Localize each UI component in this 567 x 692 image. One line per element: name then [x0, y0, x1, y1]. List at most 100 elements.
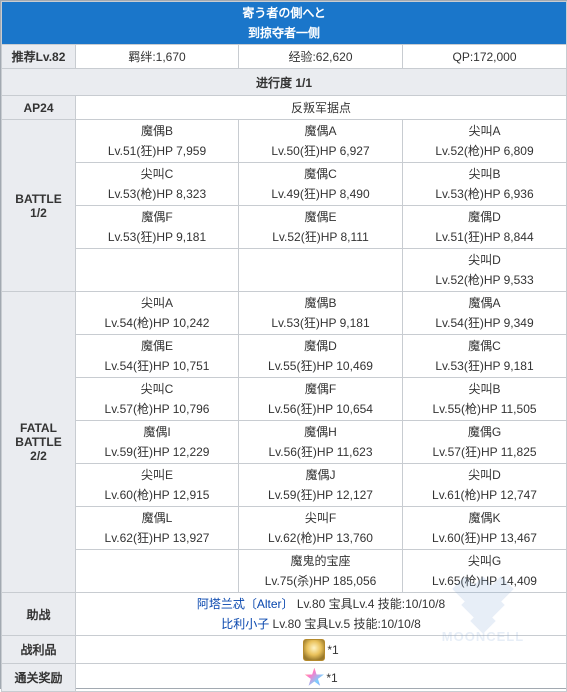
- enemy-cell: 尖叫F Lv.62(枪)HP 13,760: [238, 506, 403, 550]
- reward-quantity: *1: [326, 670, 338, 685]
- enemy-cell: 魔偶F Lv.53(狂)HP 9,181: [75, 205, 239, 249]
- exp-value: 经验:62,620: [238, 44, 403, 69]
- enemy-stat: Lv.53(狂)HP 9,181: [435, 359, 534, 373]
- enemy-name: 魔偶F: [141, 210, 173, 224]
- quest-title: 寄う者の側へと 到掠夺者一侧: [0, 1, 567, 45]
- boss-enemy-cell: 魔鬼的宝座 Lv.75(杀)HP 185,056: [238, 549, 403, 593]
- enemy-stat: Lv.56(狂)HP 11,623: [268, 445, 373, 459]
- quest-title-cn: 到掠夺者一侧: [248, 26, 321, 40]
- enemy-name: 尖叫B: [468, 167, 501, 181]
- enemy-cell: 魔偶D Lv.51(狂)HP 8,844: [401, 205, 567, 249]
- battle-1-label-line1: BATTLE: [15, 191, 62, 206]
- enemy-name: 尖叫A: [468, 124, 501, 138]
- enemy-stat: Lv.59(狂)HP 12,229: [104, 445, 210, 459]
- clear-reward-label: 通关奖励: [1, 663, 76, 692]
- empty-enemy-cell: [75, 248, 239, 292]
- enemy-stat: Lv.75(杀)HP 185,056: [264, 574, 377, 588]
- enemy-stat: Lv.60(枪)HP 12,915: [104, 488, 210, 502]
- support-servant-link[interactable]: 阿塔兰忒〔Alter〕: [197, 597, 294, 611]
- enemy-name: 魔偶G: [467, 425, 502, 439]
- enemy-name: 尖叫C: [140, 382, 174, 396]
- enemy-name: 魔偶C: [304, 167, 337, 181]
- enemy-cell: 尖叫G Lv.65(枪)HP 14,409: [401, 549, 567, 593]
- enemy-name: 尖叫E: [140, 468, 173, 482]
- enemy-stat: Lv.57(狂)HP 11,825: [432, 445, 537, 459]
- enemy-name: 尖叫A: [140, 296, 173, 310]
- enemy-stat: Lv.54(枪)HP 10,242: [104, 316, 210, 330]
- enemy-stat: Lv.53(狂)HP 9,181: [271, 316, 370, 330]
- battle-2-label-line1: FATAL: [20, 421, 57, 435]
- support-entry-2: 比利小子 Lv.80 宝具Lv.5 技能:10/10/8: [76, 614, 566, 634]
- enemy-stat: Lv.56(狂)HP 10,654: [268, 402, 373, 416]
- enemy-cell: 魔偶F Lv.56(狂)HP 10,654: [238, 377, 403, 421]
- enemy-stat: Lv.62(枪)HP 13,760: [268, 531, 373, 545]
- enemy-cell: 尖叫B Lv.53(枪)HP 6,936: [401, 162, 567, 206]
- enemy-cell: 魔偶C Lv.53(狂)HP 9,181: [401, 334, 567, 378]
- enemy-cell: 魔偶E Lv.54(狂)HP 10,751: [75, 334, 239, 378]
- battle-2-label: FATAL BATTLE 2/2: [1, 291, 76, 593]
- saint-quartz-icon[interactable]: [304, 667, 324, 686]
- enemy-cell: 魔偶K Lv.60(狂)HP 13,467: [401, 506, 567, 550]
- enemy-name: 魔偶C: [468, 339, 501, 353]
- support-servant-link[interactable]: 比利小子: [221, 617, 269, 631]
- support-servant-detail: Lv.80 宝具Lv.5 技能:10/10/8: [269, 617, 421, 631]
- enemy-cell: 魔偶G Lv.57(狂)HP 11,825: [401, 420, 567, 464]
- enemy-name: 魔偶B: [304, 296, 337, 310]
- enemy-stat: Lv.55(枪)HP 11,505: [432, 402, 537, 416]
- enemy-stat: Lv.62(狂)HP 13,927: [104, 531, 210, 545]
- enemy-stat: Lv.52(枪)HP 9,533: [435, 273, 534, 287]
- support-cell: 阿塔兰忒〔Alter〕 Lv.80 宝具Lv.4 技能:10/10/8 比利小子…: [74, 592, 567, 636]
- battle-2-label-line2: BATTLE: [15, 435, 62, 449]
- enemy-cell: 尖叫D Lv.52(枪)HP 9,533: [401, 248, 567, 292]
- enemy-name: 尖叫F: [304, 511, 337, 525]
- enemy-cell: 尖叫E Lv.60(枪)HP 12,915: [75, 463, 239, 507]
- quest-location: 反叛军据点: [74, 95, 567, 120]
- enemy-name: 魔偶J: [305, 468, 336, 482]
- enemy-cell: 魔偶B Lv.53(狂)HP 9,181: [238, 291, 403, 335]
- battle-2-label-line3: 2/2: [30, 449, 47, 463]
- enemy-name: 魔偶B: [140, 124, 173, 138]
- enemy-name: 魔偶D: [304, 339, 337, 353]
- recommend-level: 推荐Lv.82: [1, 44, 76, 69]
- enemy-cell: 魔偶I Lv.59(狂)HP 12,229: [75, 420, 239, 464]
- enemy-stat: Lv.52(枪)HP 6,809: [435, 144, 534, 158]
- enemy-cell: 尖叫D Lv.61(枪)HP 12,747: [401, 463, 567, 507]
- enemy-cell: 魔偶A Lv.50(狂)HP 6,927: [238, 119, 403, 163]
- enemy-stat: Lv.49(狂)HP 8,490: [271, 187, 370, 201]
- enemy-stat: Lv.52(狂)HP 8,111: [272, 230, 369, 244]
- enemy-name: 魔偶E: [304, 210, 337, 224]
- enemy-name: 魔偶L: [141, 511, 173, 525]
- enemy-stat: Lv.51(狂)HP 7,959: [107, 144, 207, 158]
- enemy-cell: 魔偶J Lv.59(狂)HP 12,127: [238, 463, 403, 507]
- enemy-name: 魔鬼的宝座: [290, 554, 351, 568]
- enemy-cell: 尖叫A Lv.52(枪)HP 6,809: [401, 119, 567, 163]
- gold-item-icon[interactable]: [303, 638, 326, 661]
- progress-header: 进行度 1/1: [0, 68, 567, 96]
- drop-quantity: *1: [327, 642, 339, 657]
- empty-enemy-cell: [238, 248, 403, 292]
- enemy-stat: Lv.51(狂)HP 8,844: [435, 230, 534, 244]
- enemy-stat: Lv.59(狂)HP 12,127: [268, 488, 373, 502]
- enemy-cell: 魔偶C Lv.49(狂)HP 8,490: [238, 162, 403, 206]
- enemy-name: 魔偶I: [143, 425, 171, 439]
- enemy-stat: Lv.60(狂)HP 13,467: [432, 531, 537, 545]
- enemy-stat: Lv.54(狂)HP 10,751: [104, 359, 210, 373]
- enemy-stat: Lv.65(枪)HP 14,409: [432, 574, 537, 588]
- drops-label: 战利品: [1, 635, 76, 664]
- support-label: 助战: [1, 592, 76, 636]
- enemy-cell: 魔偶B Lv.51(狂)HP 7,959: [75, 119, 239, 163]
- enemy-stat: Lv.54(狂)HP 9,349: [435, 316, 534, 330]
- enemy-name: 魔偶A: [304, 124, 337, 138]
- bond-value: 羁绊:1,670: [75, 44, 239, 69]
- enemy-stat: Lv.57(枪)HP 10,796: [104, 402, 210, 416]
- enemy-cell: 魔偶D Lv.55(狂)HP 10,469: [238, 334, 403, 378]
- enemy-cell: 尖叫B Lv.55(枪)HP 11,505: [401, 377, 567, 421]
- empty-enemy-cell: [75, 549, 239, 593]
- enemy-name: 魔偶K: [468, 511, 501, 525]
- enemy-stat: Lv.55(狂)HP 10,469: [268, 359, 373, 373]
- enemy-name: 尖叫G: [467, 554, 502, 568]
- ap-cost: AP24: [1, 95, 76, 120]
- enemy-name: 魔偶F: [304, 382, 337, 396]
- enemy-name: 尖叫C: [140, 167, 174, 181]
- enemy-name: 魔偶H: [304, 425, 337, 439]
